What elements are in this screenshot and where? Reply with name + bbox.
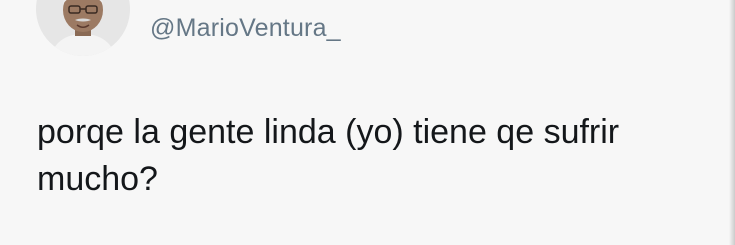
- avatar-photo-icon: [36, 0, 130, 56]
- tweet-card: @MarioVentura_ porqe la gente linda (yo)…: [0, 0, 735, 245]
- user-handle[interactable]: @MarioVentura_: [150, 14, 341, 43]
- tweet-text: porqe la gente linda (yo) tiene qe sufri…: [37, 113, 620, 198]
- avatar[interactable]: [36, 0, 130, 56]
- edge-shadow: [729, 0, 735, 245]
